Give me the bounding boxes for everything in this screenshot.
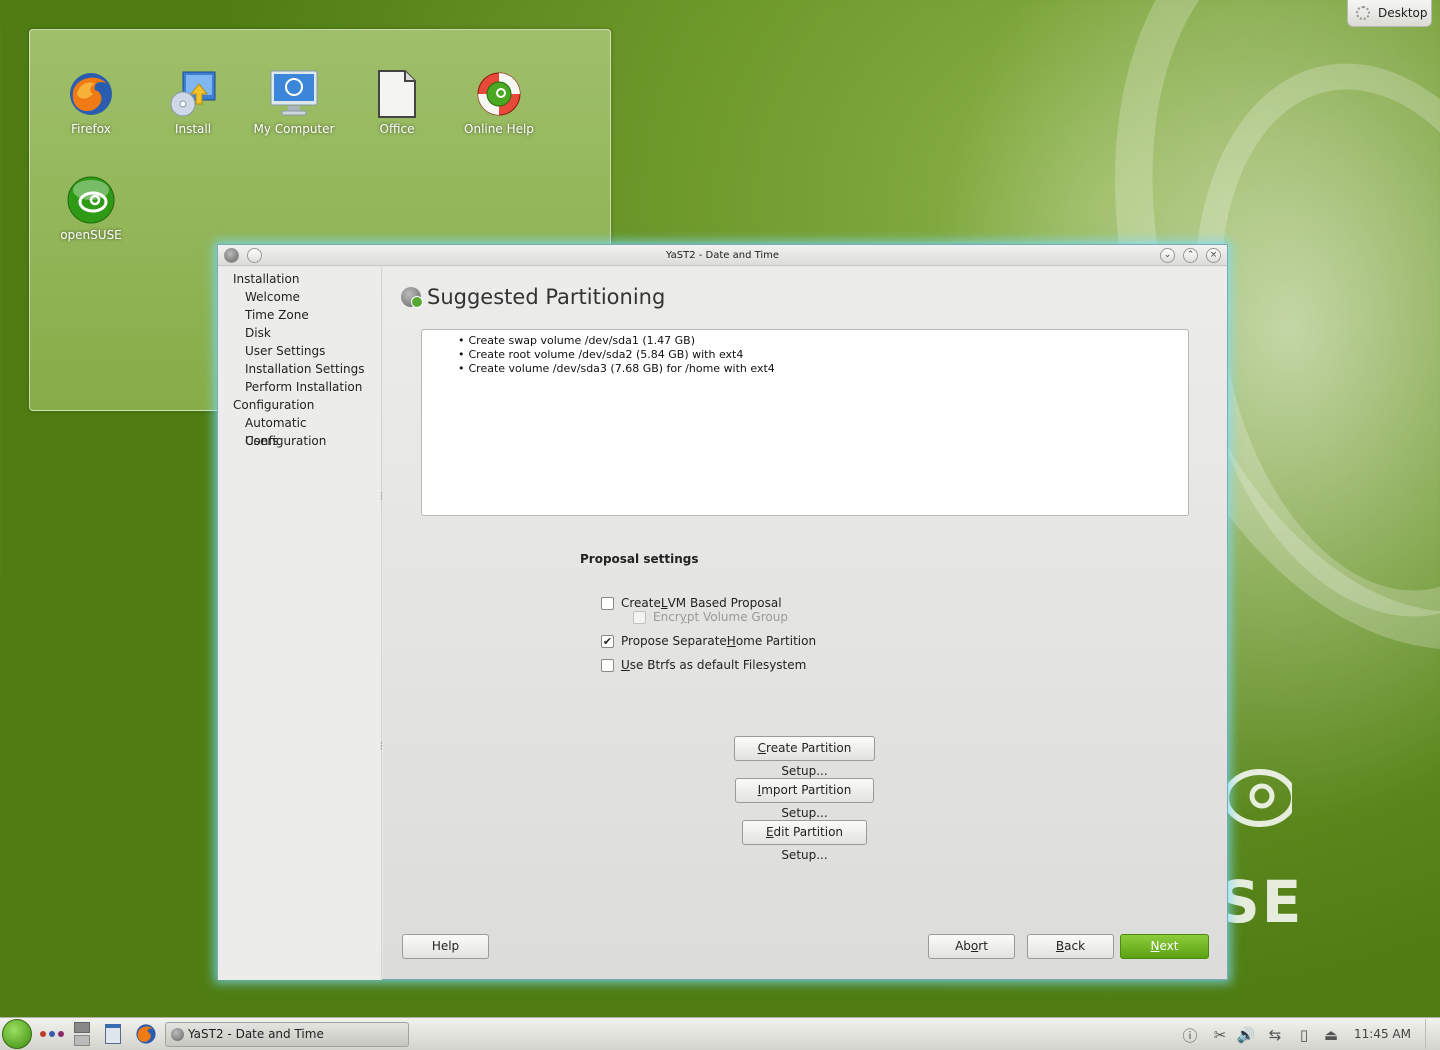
pin-icon[interactable] bbox=[247, 248, 262, 263]
desktop-icon-label: Online Help bbox=[464, 122, 534, 136]
checkbox-box[interactable] bbox=[633, 610, 646, 624]
task-label: YaST2 - Date and Time bbox=[188, 1027, 324, 1041]
office-document-icon bbox=[378, 70, 416, 118]
desktop-icon-my-computer[interactable]: My Computer bbox=[249, 70, 339, 136]
btrfs-default-checkbox[interactable]: Use Btrfs as default Filesystem bbox=[601, 658, 806, 672]
firefox-launcher-icon[interactable] bbox=[135, 1022, 157, 1047]
firefox-icon bbox=[70, 73, 112, 115]
checkbox-box-checked[interactable]: ✔ bbox=[601, 634, 614, 648]
sidebar-step-welcome: Welcome bbox=[245, 290, 300, 304]
abort-button[interactable]: Abort bbox=[928, 934, 1015, 959]
sidebar-step-automatic-configuration: Automatic Configuration bbox=[245, 416, 327, 448]
desktop-toolbox-label: Desktop bbox=[1378, 6, 1428, 20]
yast-task-icon bbox=[171, 1028, 184, 1041]
desktop-icon-firefox[interactable]: Firefox bbox=[46, 70, 136, 136]
help-lifebuoy-icon bbox=[477, 72, 521, 116]
back-button[interactable]: Back bbox=[1027, 934, 1114, 959]
desktop-icon-install[interactable]: Install bbox=[148, 70, 238, 136]
suse-watermark: SE bbox=[1218, 868, 1304, 936]
task-yast-window[interactable]: YaST2 - Date and Time bbox=[165, 1022, 409, 1047]
checkbox-box[interactable] bbox=[601, 658, 614, 672]
opensuse-watermark-icon bbox=[1223, 769, 1292, 827]
device-notifier-icon[interactable]: ⏏ bbox=[1321, 1025, 1341, 1045]
network-icon[interactable]: ⇆ bbox=[1264, 1025, 1286, 1045]
clock[interactable]: 11:45 AM bbox=[1354, 1027, 1411, 1041]
window-titlebar[interactable]: YaST2 - Date and Time ⌄ ⌃ × bbox=[218, 245, 1227, 266]
file-manager-icon[interactable] bbox=[105, 1022, 123, 1047]
summary-item: Create swap volume /dev/sda1 (1.47 GB) bbox=[458, 334, 1188, 348]
desktop-icon-label: Firefox bbox=[71, 122, 111, 136]
window-menu-icon[interactable] bbox=[224, 248, 239, 263]
summary-item: Create root volume /dev/sda2 (5.84 GB) w… bbox=[458, 348, 1188, 362]
create-partition-setup-button[interactable]: Create Partition Setup... bbox=[734, 736, 875, 778]
desktop-icon-label: My Computer bbox=[253, 122, 335, 136]
page-title-text: Suggested Partitioning bbox=[427, 285, 666, 309]
partition-summary-box[interactable]: Create swap volume /dev/sda1 (1.47 GB) C… bbox=[421, 329, 1189, 516]
yast-icon bbox=[401, 287, 423, 308]
desktop-icon-label: openSUSE bbox=[60, 228, 122, 242]
notifications-icon[interactable]: ⓘ bbox=[1180, 1025, 1200, 1045]
sidebar-step-time-zone: Time Zone bbox=[245, 308, 309, 322]
page-title: Suggested Partitioning bbox=[401, 285, 665, 309]
install-icon bbox=[170, 71, 216, 117]
desktop-icon-label: Install bbox=[174, 122, 212, 136]
checkbox-box[interactable] bbox=[601, 596, 614, 610]
panel-toolbox-icon[interactable] bbox=[1425, 1019, 1440, 1049]
desktop-icon-label: Office bbox=[379, 122, 415, 136]
maximize-icon[interactable]: ⌃ bbox=[1183, 248, 1198, 263]
activity-switcher-icon[interactable] bbox=[40, 1031, 64, 1037]
sidebar-step-installation-settings: Installation Settings bbox=[245, 362, 365, 376]
clipboard-icon[interactable]: ▯ bbox=[1294, 1025, 1314, 1045]
sidebar-step-perform-installation: Perform Installation bbox=[245, 380, 363, 394]
desktop-icon-office[interactable]: Office bbox=[352, 70, 442, 136]
cashew-icon bbox=[1356, 6, 1370, 20]
edit-partition-setup-button[interactable]: Edit Partition Setup... bbox=[742, 820, 867, 862]
computer-icon bbox=[270, 70, 318, 116]
proposal-settings-heading: Proposal settings bbox=[580, 552, 699, 566]
sidebar-step-disk: Disk bbox=[245, 326, 271, 340]
sidebar-step-user-settings: User Settings bbox=[245, 344, 326, 358]
installation-steps-sidebar: Installation Welcome Time Zone Disk User… bbox=[218, 267, 382, 980]
application-launcher-icon[interactable] bbox=[2, 1019, 32, 1049]
volume-icon[interactable]: 🔊 bbox=[1236, 1025, 1256, 1045]
window-title: YaST2 - Date and Time bbox=[665, 250, 780, 261]
next-button[interactable]: Next bbox=[1120, 934, 1209, 959]
desktop-icon-online-help[interactable]: Online Help bbox=[454, 70, 544, 136]
opensuse-icon bbox=[67, 176, 115, 224]
help-button[interactable]: Help bbox=[402, 934, 489, 959]
klipper-scissors-icon[interactable]: ✂ bbox=[1210, 1025, 1230, 1045]
close-icon[interactable]: × bbox=[1206, 248, 1221, 263]
separate-home-checkbox[interactable]: ✔ Propose Separate Home Partition bbox=[601, 634, 816, 648]
minimize-icon[interactable]: ⌄ bbox=[1160, 248, 1175, 263]
lvm-proposal-checkbox[interactable]: Create L VM Based Proposal bbox=[601, 596, 782, 610]
pager-icon[interactable] bbox=[74, 1022, 92, 1047]
main-content: Suggested Partitioning Create swap volum… bbox=[383, 267, 1227, 979]
taskbar: YaST2 - Date and Time ⓘ ✂ 🔊 ⇆ ▯ ⏏ 11:45 … bbox=[0, 1017, 1440, 1050]
desktop-toolbox[interactable]: Desktop bbox=[1347, 0, 1432, 27]
encrypt-volume-group-checkbox[interactable]: Encr y pt Volume Group bbox=[633, 610, 788, 624]
import-partition-setup-button[interactable]: Import Partition Setup... bbox=[735, 778, 874, 820]
yast-window: YaST2 - Date and Time ⌄ ⌃ × Installation… bbox=[217, 244, 1228, 980]
desktop-icon-opensuse[interactable]: openSUSE bbox=[46, 176, 136, 242]
summary-item: Create volume /dev/sda3 (7.68 GB) for /h… bbox=[458, 362, 1188, 376]
sidebar-section-configuration: Configuration bbox=[233, 398, 315, 412]
sidebar-section-installation: Installation bbox=[233, 272, 300, 286]
